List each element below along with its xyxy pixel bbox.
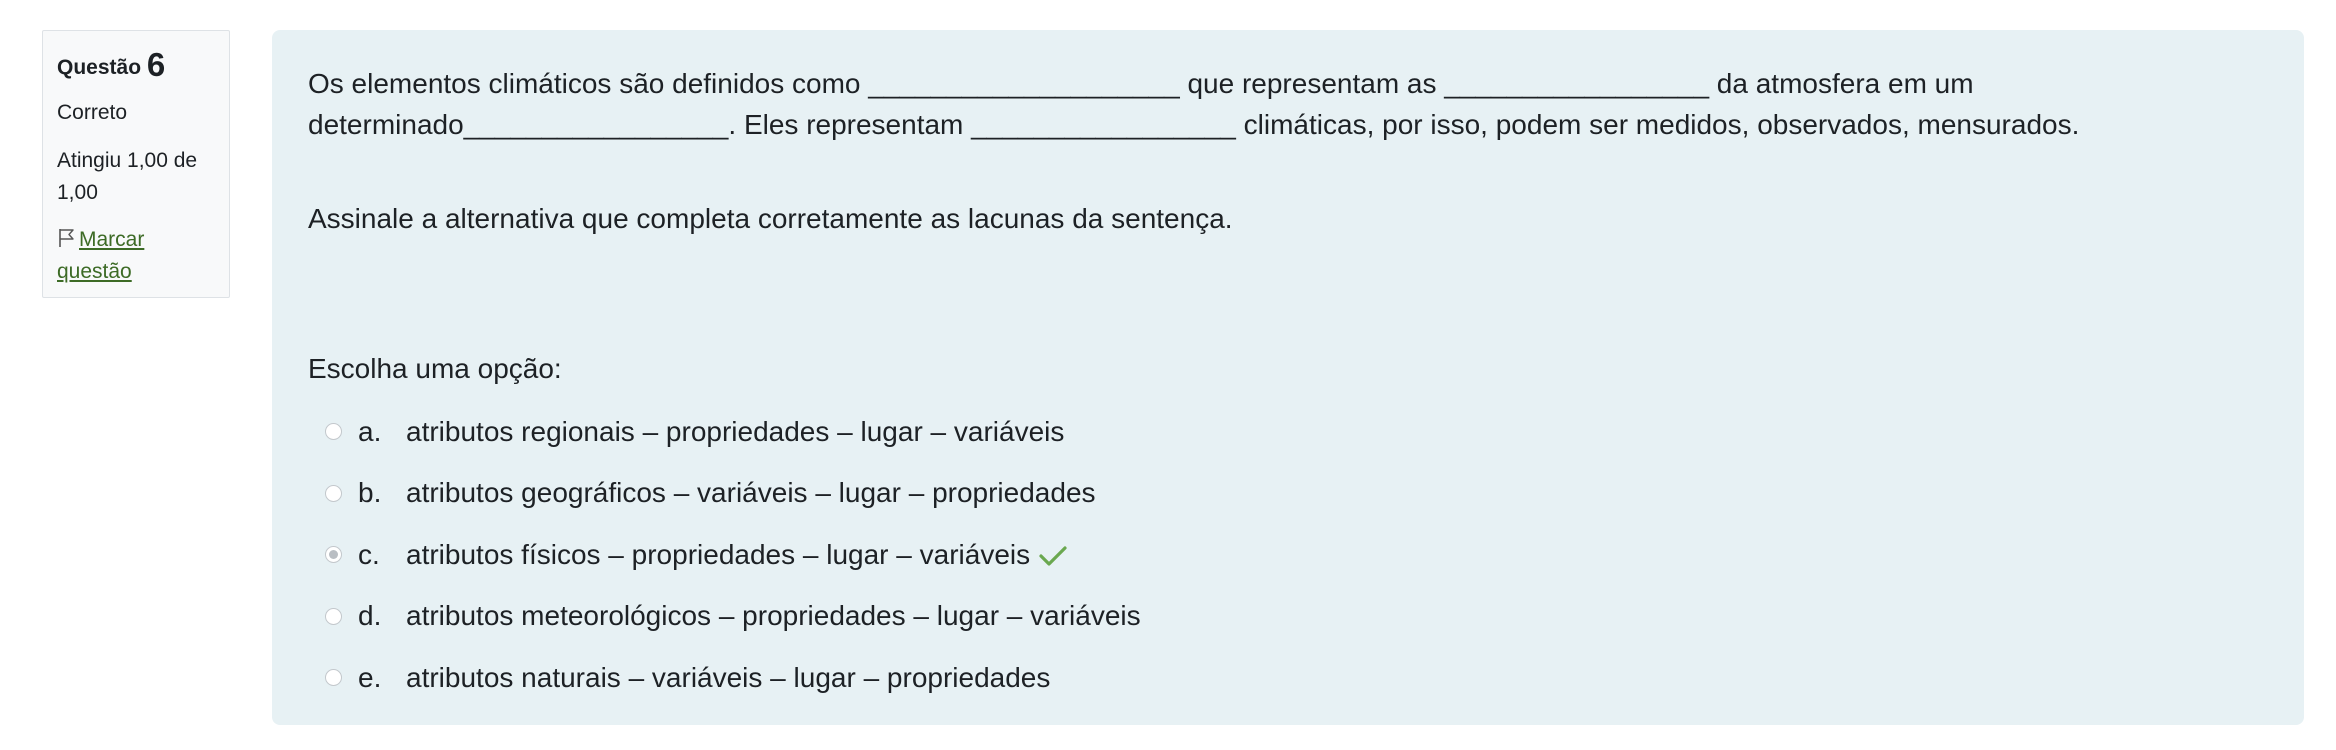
flag-question[interactable]: Marcar questão: [57, 224, 215, 288]
check-icon: [1038, 543, 1068, 567]
question-info-panel: Questão 6 Correto Atingiu 1,00 de 1,00 M…: [42, 30, 230, 298]
question-label: Questão: [57, 56, 142, 79]
answer-options: a. atributos regionais – propriedades – …: [308, 401, 2268, 709]
question-grade: Atingiu 1,00 de 1,00: [57, 149, 198, 204]
flag-icon: [57, 226, 75, 247]
question-number-heading: Questão 6: [57, 48, 215, 83]
option-letter: a.: [358, 415, 382, 447]
option-radio[interactable]: [325, 484, 342, 502]
answer-option-d[interactable]: d. atributos meteorológicos – propriedad…: [308, 586, 2268, 648]
question-text: Os elementos climáticos são definidos co…: [308, 63, 2268, 239]
question-content: Os elementos climáticos são definidos co…: [272, 30, 2304, 725]
option-text: atributos meteorológicos – propriedades …: [406, 600, 1141, 632]
answer-prompt: Escolha uma opção:: [308, 353, 562, 384]
option-letter: b.: [358, 477, 382, 509]
answer-option-c[interactable]: c. atributos físicos – propriedades – lu…: [308, 524, 2268, 586]
question-state: Correto: [57, 101, 128, 124]
question-statement: Os elementos climáticos são definidos co…: [308, 68, 2080, 140]
option-radio[interactable]: [325, 607, 342, 625]
option-letter: d.: [358, 600, 382, 632]
option-letter: c.: [358, 538, 380, 570]
option-radio[interactable]: [325, 669, 342, 687]
answer-option-e[interactable]: e. atributos naturais – variáveis – luga…: [308, 647, 2268, 709]
option-text: atributos físicos – propriedades – lugar…: [406, 538, 1031, 570]
question-instruction: Assinale a alternativa que completa corr…: [308, 203, 1233, 234]
option-text: atributos geográficos – variáveis – luga…: [406, 477, 1096, 509]
option-radio-selected[interactable]: [325, 546, 342, 564]
answer-option-b[interactable]: b. atributos geográficos – variáveis – l…: [308, 463, 2268, 525]
question-number: 6: [146, 46, 166, 83]
answer-option-a[interactable]: a. atributos regionais – propriedades – …: [308, 401, 2268, 463]
option-text: atributos naturais – variáveis – lugar –…: [406, 661, 1051, 693]
option-text: atributos regionais – propriedades – lug…: [406, 415, 1065, 447]
option-radio[interactable]: [325, 423, 342, 441]
option-letter: e.: [358, 661, 382, 693]
